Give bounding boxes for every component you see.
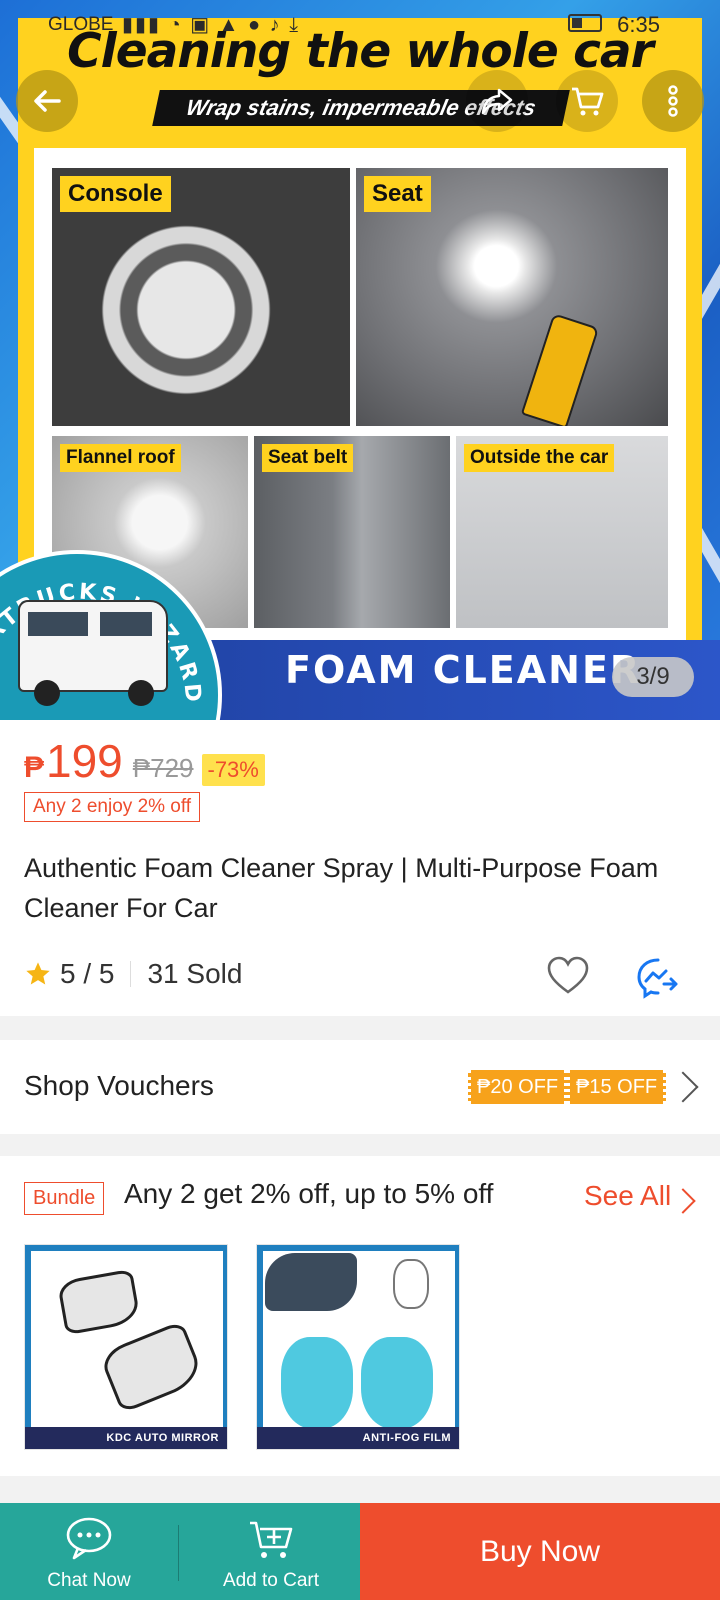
more-options-button[interactable]: [642, 70, 704, 132]
signal-wifi-icons: ▮▮▮ ◔ ▣ ▲ ● ♪ ⤓: [122, 14, 301, 36]
photo-tag-seat: Seat: [364, 176, 431, 212]
bottom-action-bar: Chat Now Add to Cart Buy Now: [0, 1503, 720, 1600]
see-all-link[interactable]: See All: [584, 1180, 671, 1212]
bottom-left-group: Chat Now Add to Cart: [0, 1503, 360, 1600]
voucher-chip[interactable]: ₱20 OFF: [468, 1070, 568, 1104]
bundle-item-caption: ANTI-FOG FILM: [257, 1427, 459, 1449]
price-currency: ₱: [24, 751, 45, 784]
chevron-right-icon: [667, 1071, 699, 1103]
voucher-chip[interactable]: ₱15 OFF: [567, 1070, 667, 1104]
wheel-icon: [128, 680, 154, 706]
chat-now-label: Chat Now: [47, 1570, 131, 1591]
price-row: ₱ 199 ₱729 -73%: [24, 734, 265, 787]
status-bar: GLOBE ▮▮▮ ◔ ▣ ▲ ● ♪ ⤓ 6:35: [0, 0, 720, 46]
add-cart-icon: [250, 1521, 293, 1558]
buy-now-button[interactable]: Buy Now: [360, 1503, 720, 1600]
photo-console: Console: [52, 168, 350, 426]
share-arrow-icon: [481, 88, 513, 115]
wheel-icon: [34, 680, 60, 706]
discount-badge: -73%: [201, 754, 265, 786]
rating-row: 5 / 5 31 Sold: [24, 954, 242, 994]
photo-tag-outside-car: Outside the car: [464, 444, 615, 472]
chat-bubble-icon: [66, 1517, 112, 1560]
promo-chip[interactable]: Any 2 enjoy 2% off: [24, 792, 201, 822]
messenger-share-icon[interactable]: [634, 954, 682, 1002]
spray-can-image: [520, 313, 600, 426]
photo-tag-console: Console: [60, 176, 171, 212]
sold-count: 31 Sold: [147, 958, 243, 989]
card-frame: [257, 1245, 459, 1449]
divider: [178, 1525, 179, 1581]
battery-icon: [568, 14, 602, 32]
photo-tag-flannel-roof: Flannel roof: [60, 444, 181, 472]
original-price: ₱729: [132, 753, 194, 783]
bundle-description: Any 2 get 2% off, up to 5% off: [124, 1178, 494, 1209]
carrier-label: GLOBE: [48, 14, 114, 35]
bundle-item-caption: KDC AUTO MIRROR: [25, 1427, 227, 1449]
back-arrow-icon: [34, 90, 61, 112]
cart-icon: [572, 87, 604, 116]
more-vertical-icon: [668, 85, 678, 117]
buy-now-label: Buy Now: [479, 1535, 601, 1568]
share-button[interactable]: [466, 70, 528, 132]
back-button[interactable]: [16, 70, 78, 132]
price: 199: [46, 735, 123, 787]
add-to-cart-label: Add to Cart: [222, 1570, 320, 1591]
rating-value: 5 / 5: [60, 958, 115, 989]
image-counter: 3/9: [612, 657, 694, 697]
photo-seat: Seat: [356, 168, 668, 426]
cart-button[interactable]: [556, 70, 618, 132]
photo-tag-seat-belt: Seat belt: [262, 444, 354, 472]
shop-vouchers-label: Shop Vouchers: [24, 1070, 214, 1101]
heart-icon[interactable]: [546, 954, 590, 998]
product-info: ₱ 199 ₱729 -73% Any 2 enjoy 2% off Authe…: [0, 720, 720, 1016]
bundle-item-card[interactable]: KDC AUTO MIRROR: [24, 1244, 228, 1450]
divider: [130, 961, 132, 987]
card-frame: [25, 1245, 227, 1449]
banner-text: FOAM CLEANER: [285, 648, 642, 692]
bundle-tag: Bundle: [24, 1182, 105, 1215]
see-all-label: See All: [584, 1180, 672, 1211]
product-title: Authentic Foam Cleaner Spray | Multi-Pur…: [24, 853, 659, 923]
photo-seat-belt: Seat belt: [254, 436, 450, 628]
shop-logo-badge: CARTRUCKS WIZARDS: [0, 550, 222, 720]
clock: 6:35: [617, 12, 660, 37]
bundle-item-card[interactable]: ANTI-FOG FILM: [256, 1244, 460, 1450]
van-logo-icon: [18, 600, 168, 706]
product-page: Cleaning the whole car Wrap stains, impe…: [0, 0, 720, 1600]
chevron-right-icon: [670, 1188, 696, 1214]
star-icon: [26, 962, 50, 985]
shop-vouchers-row[interactable]: Shop Vouchers ₱20 OFF ₱15 OFF: [0, 1040, 720, 1134]
bundle-section: Bundle Any 2 get 2% off, up to 5% off Se…: [0, 1156, 720, 1476]
add-to-cart-button[interactable]: Add to Cart: [182, 1503, 360, 1600]
chat-now-button[interactable]: Chat Now: [0, 1503, 178, 1600]
photo-outside-car: Outside the car: [456, 436, 668, 628]
